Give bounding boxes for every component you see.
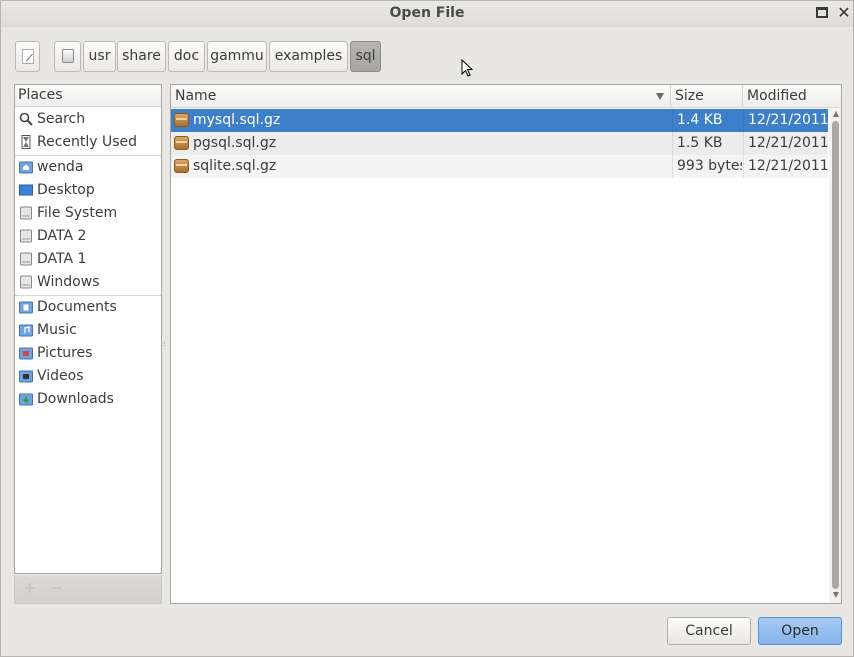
close-button[interactable]: ✕ — [834, 3, 854, 23]
path-root-button[interactable] — [54, 41, 81, 72]
file-size: 993 bytes — [672, 155, 742, 178]
column-header-name[interactable]: Name — [171, 85, 671, 108]
pictures-folder-icon — [19, 347, 33, 360]
places-sidebar: Places Search Recently Used wenda Deskto… — [14, 84, 162, 574]
open-button[interactable]: Open — [758, 617, 842, 645]
path-segment-examples[interactable]: examples — [269, 41, 348, 72]
pane-splitter-handle[interactable] — [164, 341, 167, 346]
place-label: Recently Used — [37, 134, 138, 150]
drive-icon — [20, 229, 32, 243]
place-search[interactable]: Search — [15, 108, 161, 131]
place-label: Documents — [37, 299, 117, 315]
maximize-icon — [816, 7, 828, 18]
column-header-row: Name Size Modified — [171, 85, 841, 108]
drive-icon — [20, 275, 32, 289]
place-label: DATA 2 — [37, 228, 87, 244]
mouse-cursor-icon — [461, 59, 474, 77]
dialog-title: Open File — [389, 5, 465, 21]
place-label: Music — [37, 322, 77, 338]
music-folder-icon — [19, 324, 33, 337]
place-label: Videos — [37, 368, 84, 384]
place-home-wenda[interactable]: wenda — [15, 156, 161, 179]
title-bar[interactable]: Open File ✕ — [1, 1, 853, 27]
column-name-label: Name — [175, 88, 217, 104]
path-segment-gammu[interactable]: gammu — [207, 41, 267, 72]
place-label: DATA 1 — [37, 251, 87, 267]
place-label: wenda — [37, 159, 84, 175]
place-label: Pictures — [37, 345, 93, 361]
scroll-down-arrow-icon[interactable]: ▼ — [831, 590, 841, 599]
drive-icon — [61, 49, 74, 63]
close-icon: ✕ — [837, 3, 851, 22]
path-segment-sql[interactable]: sql — [350, 41, 381, 72]
cancel-button[interactable]: Cancel — [667, 617, 751, 645]
maximize-button[interactable] — [812, 3, 832, 23]
file-modified: 12/21/2011 — [743, 132, 829, 155]
videos-folder-icon — [19, 370, 33, 383]
home-folder-icon — [19, 161, 33, 174]
file-list: Name Size Modified mysql.sql.gz 1.4 KB 1… — [170, 84, 842, 604]
remove-bookmark-button[interactable]: − — [47, 578, 67, 598]
recent-icon — [21, 135, 31, 149]
place-label: Windows — [37, 274, 100, 290]
file-name: mysql.sql.gz — [193, 112, 281, 128]
place-downloads[interactable]: Downloads — [15, 388, 161, 411]
place-recently-used[interactable]: Recently Used — [15, 131, 161, 154]
add-bookmark-button[interactable]: + — [20, 578, 40, 598]
place-label: Downloads — [37, 391, 114, 407]
place-label: File System — [37, 205, 118, 221]
downloads-folder-icon — [19, 393, 33, 406]
place-file-system[interactable]: File System — [15, 202, 161, 225]
drive-icon — [20, 206, 32, 220]
open-file-dialog: Open File ✕ usr share doc gammu examples… — [0, 0, 854, 657]
place-pictures[interactable]: Pictures — [15, 342, 161, 365]
sort-descending-icon — [656, 93, 664, 100]
file-modified: 12/21/2011 — [743, 155, 829, 178]
scrollbar-thumb[interactable] — [832, 121, 839, 589]
type-location-button[interactable] — [15, 41, 40, 72]
column-header-modified[interactable]: Modified — [743, 85, 829, 108]
file-size: 1.5 KB — [672, 132, 742, 155]
file-row[interactable]: mysql.sql.gz 1.4 KB 12/21/2011 — [171, 109, 829, 132]
place-music[interactable]: Music — [15, 319, 161, 342]
file-name: sqlite.sql.gz — [193, 158, 277, 174]
file-name: pgsql.sql.gz — [193, 135, 277, 151]
place-desktop[interactable]: Desktop — [15, 179, 161, 202]
place-windows[interactable]: Windows — [15, 271, 161, 294]
place-label: Search — [37, 111, 86, 127]
place-label: Desktop — [37, 182, 95, 198]
file-size: 1.4 KB — [672, 109, 742, 132]
desktop-icon — [19, 184, 33, 196]
column-header-size[interactable]: Size — [671, 85, 743, 108]
documents-folder-icon — [19, 301, 33, 314]
places-footer: + − — [14, 575, 162, 604]
file-modified: 12/21/2011 — [743, 109, 829, 132]
path-segment-usr[interactable]: usr — [83, 41, 116, 72]
path-segment-doc[interactable]: doc — [168, 41, 205, 72]
file-row[interactable]: pgsql.sql.gz 1.5 KB 12/21/2011 — [171, 132, 829, 155]
place-documents[interactable]: Documents — [15, 296, 161, 319]
scroll-up-arrow-icon[interactable]: ▲ — [831, 109, 841, 118]
place-data-1[interactable]: DATA 1 — [15, 248, 161, 271]
path-segment-share[interactable]: share — [117, 41, 166, 72]
search-icon — [19, 112, 33, 126]
drive-icon — [20, 252, 32, 266]
place-videos[interactable]: Videos — [15, 365, 161, 388]
places-header: Places — [15, 85, 161, 107]
place-data-2[interactable]: DATA 2 — [15, 225, 161, 248]
edit-location-icon — [21, 49, 34, 64]
file-row[interactable]: sqlite.sql.gz 993 bytes 12/21/2011 — [171, 155, 829, 178]
